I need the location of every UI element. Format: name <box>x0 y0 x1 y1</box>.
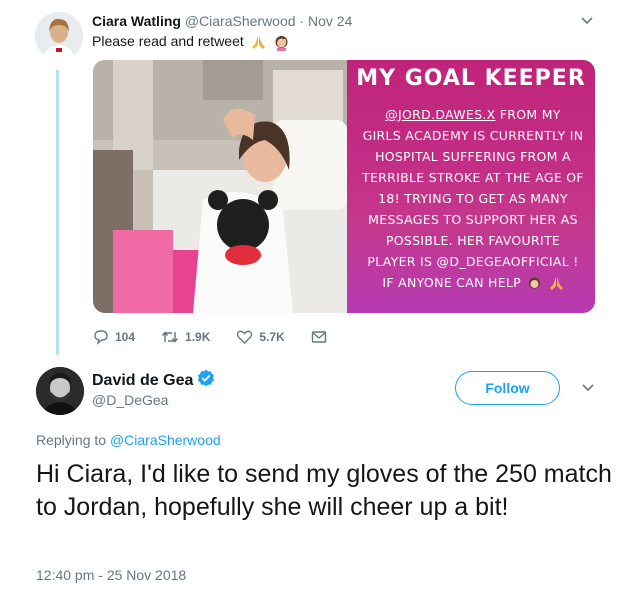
author-handle[interactable]: @CiaraSherwood <box>185 13 296 29</box>
retweet-icon <box>161 331 179 343</box>
tweet-text: Please read and retweet <box>92 32 290 51</box>
hospital-photo <box>93 60 347 313</box>
woman-facepalm-emoji-icon <box>275 35 288 51</box>
author-name-row: David de Gea <box>92 369 215 391</box>
tweet-text: Hi Ciara, I'd like to send my gloves of … <box>36 460 612 521</box>
chevron-down-icon[interactable] <box>581 383 595 393</box>
author-name[interactable]: David de Gea <box>92 372 193 389</box>
replying-handle-link[interactable]: @CiaraSherwood <box>110 432 221 448</box>
author-handle[interactable]: @D_DeGea <box>92 392 168 408</box>
promo-line: FROM MY <box>499 107 561 122</box>
promo-line: POSSIBLE. HER FAVOURITE <box>385 233 561 248</box>
promo-line: TERRIBLE STROKE AT THE AGE OF <box>362 170 584 185</box>
promo-line: GIRLS ACADEMY IS CURRENTLY IN <box>362 128 584 143</box>
verified-badge-icon <box>198 369 215 387</box>
like-button[interactable]: 5.7K <box>236 329 285 345</box>
direct-message-button[interactable] <box>311 330 333 344</box>
chevron-down-icon[interactable] <box>580 16 594 26</box>
reply-count: 104 <box>115 330 136 344</box>
thread-connector-line <box>56 70 59 355</box>
avatar[interactable] <box>35 12 83 60</box>
tweet-actions: 104 1.9K 5.7K <box>93 327 359 347</box>
avatar[interactable] <box>36 367 84 415</box>
heart-icon <box>237 330 253 344</box>
promo-line: HOSPITAL SUFFERING FROM A <box>375 149 571 164</box>
like-count: 5.7K <box>259 330 285 344</box>
promo-line: IF ANYONE CAN HELP <box>382 275 521 290</box>
pray-emoji-icon <box>251 35 265 49</box>
tweet-text-body: Please read and retweet <box>92 33 244 49</box>
replying-prefix: Replying to <box>36 432 110 448</box>
promo-body: @JORD.DAWES.X FROM MY GIRLS ACADEMY IS C… <box>357 104 589 293</box>
reply-button[interactable]: 104 <box>93 329 135 345</box>
tweet-header: Ciara Watling @CiaraSherwood · Nov 24 <box>92 12 352 30</box>
reply-icon <box>94 330 108 345</box>
promo-line: PLAYER IS @D_DEGEAOFFICIAL ! <box>367 254 579 269</box>
tweet-date[interactable]: Nov 24 <box>308 13 352 29</box>
separator: · <box>295 13 308 29</box>
tweet-media[interactable]: MY GOAL KEEPER @JORD.DAWES.X FROM MY GIR… <box>93 60 595 313</box>
envelope-icon <box>311 331 326 343</box>
promo-line: 18! TRYING TO GET AS MANY <box>378 191 568 206</box>
woman-emoji-icon <box>529 277 541 289</box>
replying-to: Replying to @CiaraSherwood <box>36 432 221 448</box>
author-name[interactable]: Ciara Watling <box>92 13 181 29</box>
tweet-timestamp[interactable]: 12:40 pm - 25 Nov 2018 <box>36 567 186 583</box>
pray-emoji-icon <box>549 277 563 290</box>
retweet-button[interactable]: 1.9K <box>161 329 210 345</box>
promo-title: MY GOAL KEEPER <box>356 66 586 91</box>
promo-graphic: MY GOAL KEEPER @JORD.DAWES.X FROM MY GIR… <box>347 60 595 313</box>
retweet-count: 1.9K <box>185 330 211 344</box>
promo-handle: @JORD.DAWES.X <box>385 107 496 122</box>
follow-button[interactable]: Follow <box>455 371 560 405</box>
promo-line: MESSAGES TO SUPPORT HER AS <box>368 212 578 227</box>
